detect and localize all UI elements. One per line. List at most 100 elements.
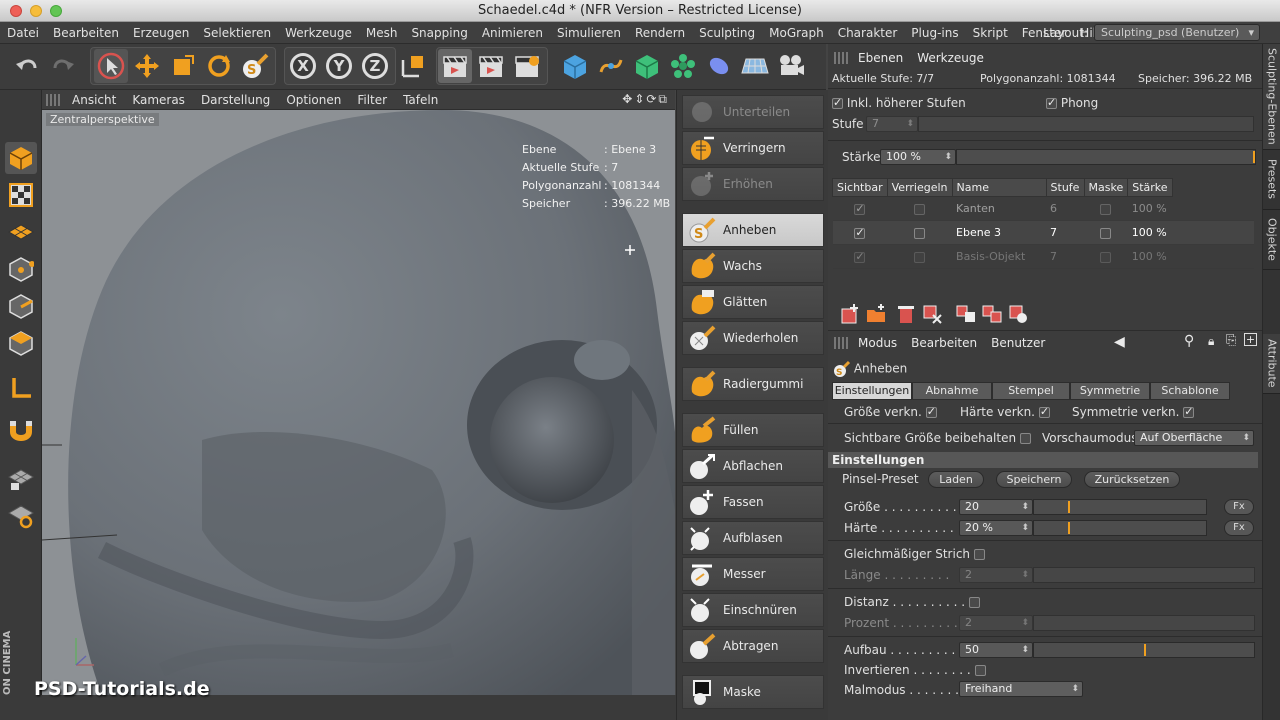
keep-visible-size-checkbox[interactable] [1019,433,1031,444]
lock-icon[interactable]: 🔒︎ [1208,334,1214,349]
menu-mograph[interactable]: MoGraph [762,26,831,40]
tab-einstellungen[interactable]: Einstellungen [832,382,912,400]
length-slider[interactable] [1033,567,1255,583]
viewport-menu-kameras[interactable]: Kameras [124,93,193,107]
rotate-tool-button[interactable] [202,49,236,83]
brush-wiederholen[interactable]: Wiederholen [682,321,824,355]
edges-mode-button[interactable] [5,290,37,322]
col-name[interactable]: Name [951,178,1047,197]
viewport-menu-darstellung[interactable]: Darstellung [193,93,278,107]
link-hardness-checkbox[interactable] [1038,405,1050,418]
size-slider[interactable] [1033,499,1207,515]
slider-handle[interactable] [1068,501,1070,513]
layer-row[interactable]: Kanten 6 100 % [832,196,1254,221]
include-higher-levels-option[interactable]: Inkl. höherer Stufen [832,96,966,110]
menu-sculpting[interactable]: Sculpting [692,26,762,40]
hardness-slider[interactable] [1033,520,1207,536]
x-axis-toggle[interactable]: X [286,49,320,83]
lock-workplane-button[interactable] [5,462,37,494]
slider-handle[interactable] [1253,151,1255,163]
menu-skript[interactable]: Skript [966,26,1015,40]
layer-mask-checkbox[interactable] [1100,227,1112,239]
layer-visible-checkbox[interactable] [854,250,866,263]
deformer-button[interactable] [702,49,736,83]
model-mode-button[interactable] [5,142,37,174]
brush-fassen[interactable]: Fassen [682,485,824,519]
layer-lock-checkbox[interactable] [914,203,926,215]
brush-maske[interactable]: Maske [682,675,824,709]
preview-mode-select[interactable]: Auf Oberfläche [1134,430,1254,446]
include-higher-levels-checkbox[interactable] [832,96,843,109]
settings-section-header[interactable]: Einstellungen [828,452,1258,468]
even-stroke-option[interactable]: Gleichmäßiger Strich [844,547,985,561]
texture-mode-button[interactable] [5,179,37,211]
snapping-button[interactable] [5,415,37,447]
undo-button[interactable] [10,49,44,83]
menu-erzeugen[interactable]: Erzeugen [126,26,196,40]
stufe-slider[interactable] [918,116,1254,132]
paint-mode-select[interactable]: Freihand [959,681,1083,697]
layer-row[interactable]: Ebene 3 7 100 % [832,220,1254,245]
tab-abnahme[interactable]: Abnahme [912,382,992,400]
y-axis-toggle[interactable]: Y [322,49,356,83]
delete-layer-button[interactable] [894,302,918,326]
buildup-slider[interactable] [1033,642,1255,658]
length-field[interactable]: 2 [959,567,1033,583]
phong-option[interactable]: Phong [1046,96,1098,110]
brush-wachs[interactable]: Wachs [682,249,824,283]
link-symmetry-option[interactable]: Symmetrie verkn. [1072,405,1195,419]
load-preset-button[interactable]: Laden [928,471,984,488]
viewport-menu-filter[interactable]: Filter [349,93,395,107]
link-size-option[interactable]: Größe verkn. [844,405,937,419]
add-layer-button[interactable] [838,302,862,326]
layer-lock-checkbox[interactable] [914,251,926,263]
layer-mask-checkbox[interactable] [1100,251,1112,263]
viewport-menu-ansicht[interactable]: Ansicht [64,93,124,107]
stufe-field[interactable]: 7 [866,116,918,132]
brush-anheben[interactable]: S Anheben [682,213,824,247]
keep-visible-size-option[interactable]: Sichtbare Größe beibehalten [844,431,1031,445]
brush-messer[interactable]: Messer [682,557,824,591]
camera-button[interactable] [774,49,808,83]
layer-mask-checkbox[interactable] [1100,203,1112,215]
tab-werkzeuge[interactable]: Werkzeuge [917,51,984,65]
side-tab-sculpting-ebenen[interactable]: Sculpting-Ebenen [1263,44,1280,150]
col-maske[interactable]: Maske [1083,178,1129,197]
brush-radiergummi[interactable]: Radiergummi [682,367,824,401]
minimize-window-icon[interactable] [30,5,42,17]
3d-viewport[interactable]: Zentralperspektive Ebene: Ebene 3 Aktuel… [42,110,675,695]
copy-layer-button[interactable] [980,302,1004,326]
brush-erhoehen[interactable]: Erhöhen [682,167,824,201]
generator-button[interactable] [630,49,664,83]
workplane-mode-button[interactable] [5,216,37,248]
staerke-field[interactable]: 100 % [880,149,956,165]
distance-option[interactable]: Distanz . . . . . . . . . . [844,595,980,609]
spline-button[interactable] [594,49,628,83]
select-tool-button[interactable] [94,49,128,83]
layer-row[interactable]: Basis-Objekt 7 100 % [832,244,1254,269]
save-preset-button[interactable]: Speichern [996,471,1072,488]
back-arrow-icon[interactable]: ◀ [1114,334,1125,350]
menu-snapping[interactable]: Snapping [404,26,474,40]
layer-lock-checkbox[interactable] [914,227,926,239]
menu-werkzeuge[interactable]: Werkzeuge [278,26,359,40]
col-staerke[interactable]: Stärke [1127,178,1173,197]
layer-options-button[interactable] [1006,302,1030,326]
menu-selektieren[interactable]: Selektieren [196,26,278,40]
even-stroke-checkbox[interactable] [973,549,985,560]
link-symmetry-checkbox[interactable] [1183,405,1195,418]
distance-checkbox[interactable] [968,597,980,608]
brush-glaetten[interactable]: Glätten [682,285,824,319]
attr-menu-bearbeiten[interactable]: Bearbeiten [911,336,977,350]
z-axis-toggle[interactable]: Z [358,49,392,83]
menu-animieren[interactable]: Animieren [475,26,550,40]
points-mode-button[interactable] [5,253,37,285]
percent-field[interactable]: 2 [959,615,1033,631]
render-picture-viewer-button[interactable] [474,49,508,83]
brush-abflachen[interactable]: Abflachen [682,449,824,483]
attr-menu-modus[interactable]: Modus [858,336,897,350]
size-field[interactable]: 20 [959,499,1033,515]
side-tab-attribute[interactable]: Attribute [1263,334,1280,394]
workplane-snap-button[interactable] [5,500,37,532]
invert-option[interactable]: Invertieren . . . . . . . . [844,663,986,677]
